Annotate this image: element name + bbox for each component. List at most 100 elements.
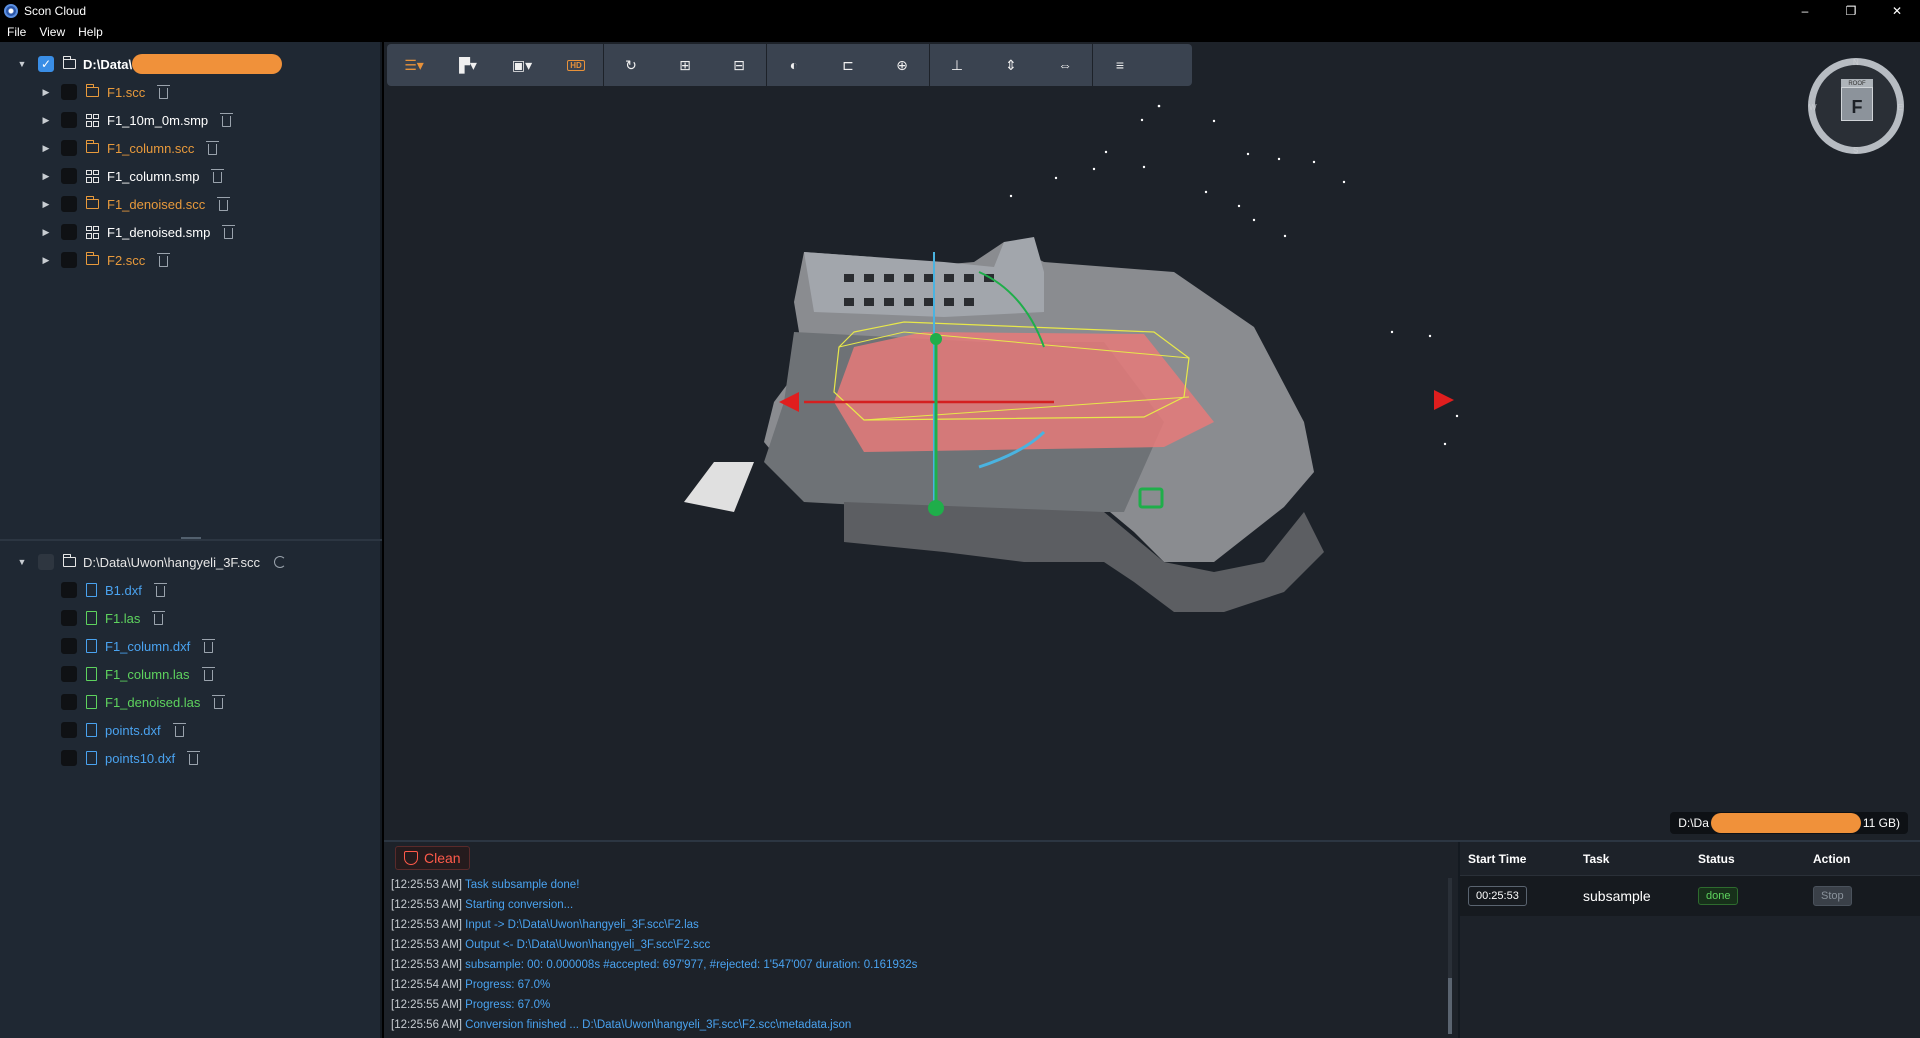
log-scrollbar-thumb[interactable] bbox=[1448, 978, 1452, 1034]
minimize-button[interactable]: – bbox=[1782, 0, 1828, 22]
trash-icon[interactable] bbox=[212, 694, 226, 709]
refresh-icon[interactable] bbox=[274, 556, 287, 568]
caret-right-icon[interactable]: ▶ bbox=[41, 227, 51, 237]
log-line: [12:25:55 AM] Progress: 67.0% bbox=[391, 995, 1441, 1015]
compass-east: E bbox=[1897, 103, 1903, 112]
file-icon bbox=[86, 751, 97, 765]
panel-splitter[interactable] bbox=[0, 539, 382, 541]
view-compass[interactable]: N S E W ROOF F bbox=[1808, 58, 1904, 155]
trash-icon[interactable] bbox=[187, 750, 201, 765]
caret-right-icon[interactable]: ▶ bbox=[41, 143, 51, 153]
item-checkbox[interactable] bbox=[61, 112, 77, 128]
maximize-button[interactable]: ❐ bbox=[1828, 0, 1874, 22]
root-checkbox-2[interactable] bbox=[38, 554, 54, 570]
tree-top-item[interactable]: ▶ F1_column.smp bbox=[0, 162, 382, 190]
trash-icon[interactable] bbox=[152, 610, 166, 625]
item-checkbox[interactable] bbox=[61, 582, 77, 598]
caret-down-icon[interactable]: ▼ bbox=[17, 59, 27, 69]
measure-button[interactable]: ⊥ bbox=[930, 44, 984, 86]
layers-dropdown-button[interactable]: ☰▾ bbox=[387, 44, 441, 86]
broom-icon bbox=[404, 851, 418, 865]
cube-dropdown-button[interactable]: ▣▾ bbox=[495, 44, 549, 86]
align-vertical-button[interactable]: ⇕ bbox=[984, 44, 1038, 86]
rotate-button[interactable]: ↻ bbox=[604, 44, 658, 86]
caret-right-icon[interactable]: ▶ bbox=[41, 255, 51, 265]
trash-icon[interactable] bbox=[217, 196, 231, 211]
item-checkbox[interactable] bbox=[61, 140, 77, 156]
menu-bar: File View Help bbox=[0, 22, 1920, 42]
tree-root-row-2[interactable]: ▼ D:\Data\Uwon\hangyeli_3F.scc bbox=[0, 548, 382, 576]
item-checkbox[interactable] bbox=[61, 196, 77, 212]
align-horizontal-button[interactable]: ⇔ bbox=[1038, 44, 1092, 86]
item-checkbox[interactable] bbox=[61, 252, 77, 268]
trash-icon[interactable] bbox=[206, 140, 220, 155]
trash-icon[interactable] bbox=[201, 666, 215, 681]
tree-bottom-item[interactable]: B1.dxf bbox=[0, 576, 382, 604]
disk-usage-info: D:\Da 11 GB) bbox=[1670, 812, 1908, 834]
hd-button[interactable]: HD bbox=[549, 44, 603, 86]
gizmo-handle-top[interactable] bbox=[930, 333, 942, 345]
tree-bottom-item[interactable]: F1_denoised.las bbox=[0, 688, 382, 716]
globe-button[interactable]: ⊕ bbox=[875, 44, 929, 86]
root-checkbox[interactable]: ✓ bbox=[38, 56, 54, 72]
tree-top-item[interactable]: ▶ F2.scc bbox=[0, 246, 382, 274]
redacted-path bbox=[132, 54, 283, 74]
caret-down-icon[interactable]: ▼ bbox=[17, 557, 27, 567]
menu-button[interactable]: ≡ bbox=[1093, 44, 1147, 86]
caret-right-icon[interactable]: ▶ bbox=[41, 171, 51, 181]
view-dropdown-button[interactable]: ▛▾ bbox=[441, 44, 495, 86]
grid-button[interactable]: ⊞ bbox=[658, 44, 712, 86]
item-checkbox[interactable] bbox=[61, 168, 77, 184]
item-checkbox[interactable] bbox=[61, 638, 77, 654]
tree-root-row[interactable]: ▼ ✓ D:\Data\ bbox=[0, 50, 382, 78]
trash-icon[interactable] bbox=[157, 252, 171, 267]
box-button[interactable]: ⊏ bbox=[821, 44, 875, 86]
header-action: Action bbox=[1813, 851, 1851, 866]
tree-bottom-item[interactable]: points10.dxf bbox=[0, 744, 382, 772]
item-checkbox[interactable] bbox=[61, 666, 77, 682]
tree-item-label: F1_denoised.las bbox=[105, 694, 201, 710]
tree-top-item[interactable]: ▶ F1_column.scc bbox=[0, 134, 382, 162]
tree-bottom-item[interactable]: F1_column.dxf bbox=[0, 632, 382, 660]
item-checkbox[interactable] bbox=[61, 224, 77, 240]
stop-button[interactable]: Stop bbox=[1813, 886, 1852, 906]
menu-help[interactable]: Help bbox=[78, 25, 103, 39]
item-checkbox[interactable] bbox=[61, 722, 77, 738]
close-button[interactable]: ✕ bbox=[1874, 0, 1920, 22]
item-checkbox[interactable] bbox=[61, 694, 77, 710]
trash-icon[interactable] bbox=[157, 84, 171, 99]
tree-bottom-item[interactable]: F1.las bbox=[0, 604, 382, 632]
log-panel: Clean [12:25:53 AM] Task subsample done!… bbox=[384, 842, 1458, 1038]
item-checkbox[interactable] bbox=[61, 750, 77, 766]
shade-button[interactable]: ◐ bbox=[767, 44, 821, 86]
split-view-button[interactable]: ⊟ bbox=[712, 44, 766, 86]
caret-right-icon[interactable]: ▶ bbox=[41, 115, 51, 125]
splitter-grip[interactable] bbox=[181, 537, 201, 539]
trash-icon[interactable] bbox=[222, 224, 236, 239]
trash-icon[interactable] bbox=[211, 168, 225, 183]
trash-icon[interactable] bbox=[172, 722, 186, 737]
trash-icon[interactable] bbox=[220, 112, 234, 127]
clean-log-button[interactable]: Clean bbox=[395, 846, 470, 870]
trash-icon[interactable] bbox=[153, 582, 167, 597]
view-cube-face[interactable]: F bbox=[1841, 87, 1873, 121]
3d-viewport[interactable]: ☰▾ ▛▾ ▣▾ HD ↻ ⊞ ⊟ ◐ ⊏ ⊕ ⊥ ⇕ ⇔ ≡ N S E W … bbox=[384, 42, 1920, 840]
menu-view[interactable]: View bbox=[39, 25, 65, 39]
gizmo-arrow-right[interactable] bbox=[1434, 390, 1454, 410]
task-panel: Start Time Task Status Action 00:25:53 s… bbox=[1458, 842, 1920, 1038]
item-checkbox[interactable] bbox=[61, 610, 77, 626]
caret-right-icon[interactable]: ▶ bbox=[41, 87, 51, 97]
tree-top-item[interactable]: ▶ F1_denoised.scc bbox=[0, 190, 382, 218]
item-checkbox[interactable] bbox=[61, 84, 77, 100]
menu-file[interactable]: File bbox=[7, 25, 26, 39]
tree-top-item[interactable]: ▶ F1_10m_0m.smp bbox=[0, 106, 382, 134]
gizmo-handle-bottom[interactable] bbox=[928, 500, 944, 516]
tree-bottom-item[interactable]: points.dxf bbox=[0, 716, 382, 744]
caret-right-icon[interactable]: ▶ bbox=[41, 199, 51, 209]
trash-icon[interactable] bbox=[202, 638, 216, 653]
tree-top-item[interactable]: ▶ F1_denoised.smp bbox=[0, 218, 382, 246]
tree-top-item[interactable]: ▶ F1.scc bbox=[0, 78, 382, 106]
window-title: Scon Cloud bbox=[24, 4, 87, 18]
tree-bottom-item[interactable]: F1_column.las bbox=[0, 660, 382, 688]
point-cloud-scene[interactable] bbox=[384, 42, 1920, 840]
